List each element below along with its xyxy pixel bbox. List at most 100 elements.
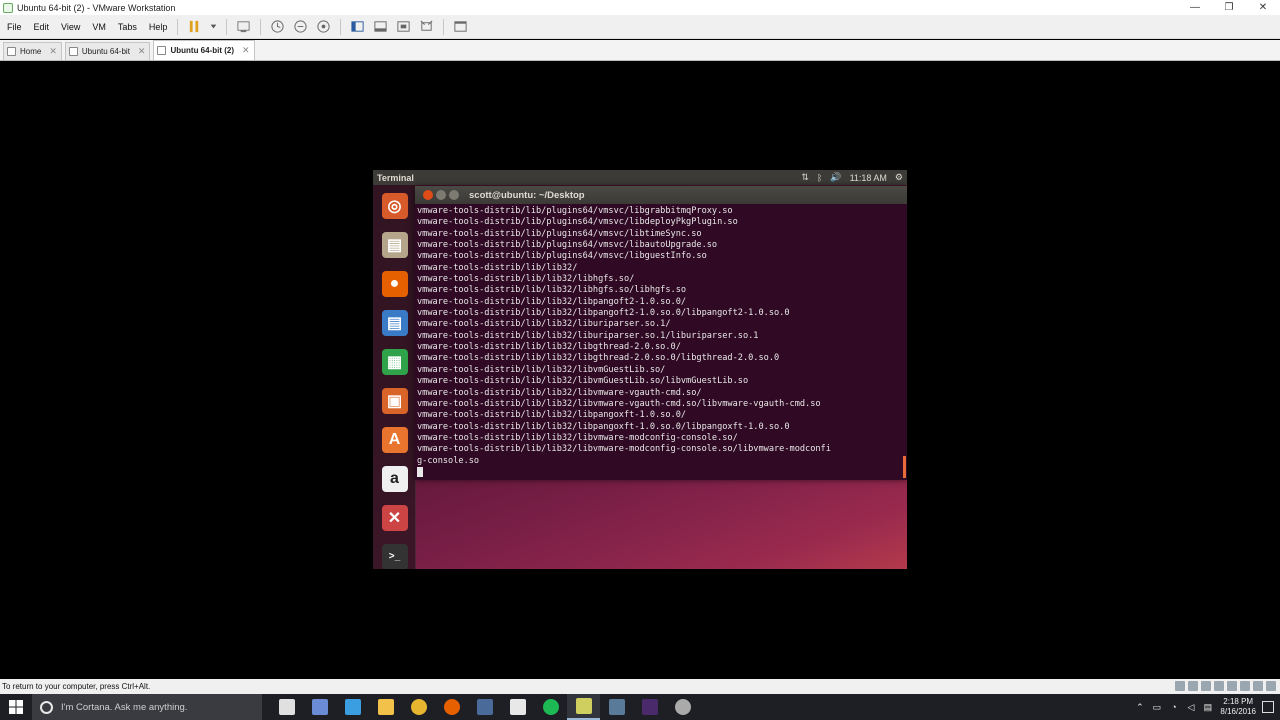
launcher-libreoffice-writer[interactable]: ▤ (378, 306, 411, 339)
menu-edit[interactable]: Edit (29, 22, 55, 32)
minimize-window-icon[interactable] (436, 190, 446, 200)
tab-ubuntu-64-bit-2[interactable]: Ubuntu 64-bit (2) ✕ (153, 40, 255, 60)
network-adapter-icon[interactable] (1214, 681, 1224, 691)
terminal-prompt-line[interactable] (417, 466, 901, 478)
close-icon[interactable]: ✕ (138, 46, 146, 57)
menu-vm[interactable]: VM (87, 22, 111, 32)
device-icons (1172, 681, 1276, 691)
cd-drive-icon[interactable] (1188, 681, 1198, 691)
sidebar-toggle-icon[interactable] (349, 18, 366, 35)
toolbar-separator (443, 18, 445, 35)
taskbar-task-view[interactable] (270, 694, 303, 720)
home-icon (7, 47, 16, 56)
close-icon[interactable]: ✕ (242, 45, 250, 56)
terminal-window[interactable]: scott@ubuntu: ~/Desktop vmware-tools-dis… (415, 186, 907, 480)
revert-snapshot-icon[interactable] (292, 18, 309, 35)
network-icon[interactable]: ⇅ (801, 172, 809, 183)
printer-icon[interactable] (1240, 681, 1250, 691)
thumbnail-bar-icon[interactable] (372, 18, 389, 35)
taskbar-firefox[interactable] (435, 694, 468, 720)
taskbar-clock[interactable]: 2:18 PM 8/16/2016 (1220, 697, 1256, 717)
console-view-icon[interactable] (452, 18, 469, 35)
text-cursor (417, 466, 423, 477)
message-icon[interactable] (1266, 681, 1276, 691)
terminal-line: vmware-tools-distrib/lib/lib32/libpangox… (417, 410, 687, 421)
full-screen-icon[interactable] (395, 18, 412, 35)
taskbar-steam[interactable] (468, 694, 501, 720)
launcher-amazon[interactable]: a (378, 462, 411, 495)
pause-icon[interactable] (186, 18, 203, 35)
taskbar-chrome[interactable] (402, 694, 435, 720)
tab-home[interactable]: Home ✕ (3, 42, 62, 60)
menu-file[interactable]: File (2, 22, 27, 32)
cortana-search-box[interactable]: I'm Cortana. Ask me anything. (32, 694, 262, 720)
taskbar-vmware-workstation[interactable] (567, 694, 600, 720)
hard-disk-icon[interactable] (1175, 681, 1185, 691)
launcher-ubuntu-dash[interactable]: ◎ (378, 189, 411, 222)
volume-icon[interactable]: 🔊 (830, 172, 841, 183)
action-center-icon[interactable] (1262, 701, 1274, 713)
close-window-icon[interactable] (423, 190, 433, 200)
taskbar-unknown-app[interactable] (600, 694, 633, 720)
launcher-libreoffice-impress[interactable]: ▣ (378, 384, 411, 417)
minimize-button[interactable]: — (1178, 0, 1212, 15)
settings-gear-icon[interactable]: ⚙ (895, 172, 903, 183)
maximize-window-icon[interactable] (449, 190, 459, 200)
taskbar-premiere[interactable] (633, 694, 666, 720)
ubuntu-indicator-tray: ⇅ ᛒ 🔊 11:18 AM ⚙ (793, 170, 903, 185)
clock[interactable]: 11:18 AM (850, 173, 887, 183)
taskbar-mail[interactable] (501, 694, 534, 720)
vmware-app-icon (3, 2, 13, 13)
launcher-firefox[interactable]: ● (378, 267, 411, 300)
network-icon[interactable]: ◔ (1168, 702, 1179, 713)
launcher-terminal[interactable]: >_ (378, 540, 411, 569)
launcher-system-settings[interactable]: ✕ (378, 501, 411, 534)
taskbar-spotify[interactable] (534, 694, 567, 720)
tab-ubuntu-64-bit[interactable]: Ubuntu 64-bit ✕ (64, 42, 151, 60)
volume-icon[interactable]: ◁ (1185, 702, 1196, 713)
taskbar-obs[interactable] (666, 694, 699, 720)
menu-view[interactable]: View (56, 22, 85, 32)
chrome-icon (410, 699, 427, 715)
usb-icon[interactable] (1201, 681, 1211, 691)
terminal-scrollbar[interactable] (903, 456, 906, 478)
terminal-line: vmware-tools-distrib/lib/plugins64/vmsvc… (417, 228, 702, 239)
sound-card-icon[interactable] (1227, 681, 1237, 691)
tab-bar: Home ✕ Ubuntu 64-bit ✕ Ubuntu 64-bit (2)… (0, 40, 1280, 61)
dropdown-arrow-icon[interactable] (209, 18, 218, 35)
vmware-status-bar: To return to your computer, press Ctrl+A… (0, 679, 1280, 694)
terminal-line: vmware-tools-distrib/lib/lib32/libvmGues… (417, 376, 749, 387)
system-tray: ⌃ ▭ ◔ ◁ ▤ 2:18 PM 8/16/2016 (1131, 694, 1280, 720)
terminal-output[interactable]: vmware-tools-distrib/lib/plugins64/vmsvc… (417, 206, 901, 478)
taskbar-apps (270, 694, 699, 720)
close-icon[interactable]: ✕ (49, 46, 57, 57)
snapshot-manager-icon[interactable] (315, 18, 332, 35)
toolbar-separator (226, 18, 228, 35)
close-button[interactable]: ✕ (1246, 0, 1280, 15)
show-hidden-icons-icon[interactable]: ⌃ (1134, 702, 1145, 713)
taskbar-file-explorer[interactable] (369, 694, 402, 720)
firefox-icon (443, 699, 460, 715)
unity-launcher: ◎ ▤ ● ▤ ▦ ▣ Aa ✕ >_ (373, 185, 416, 569)
launcher-software-center[interactable]: A (378, 423, 411, 456)
display-icon[interactable] (1253, 681, 1263, 691)
start-button[interactable] (0, 694, 32, 720)
libreoffice-calc-icon: ▦ (381, 348, 408, 375)
restore-button[interactable]: ❐ (1212, 0, 1246, 15)
ubuntu-desktop[interactable]: Terminal ⇅ ᛒ 🔊 11:18 AM ⚙ ◎ ▤ ● ▤ ▦ ▣ Aa ✕ >_ sc… (373, 170, 907, 569)
bluetooth-icon[interactable]: ᛒ (817, 173, 822, 183)
launcher-libreoffice-calc[interactable]: ▦ (378, 345, 411, 378)
unity-mode-icon[interactable] (418, 18, 435, 35)
terminal-line: vmware-tools-distrib/lib/lib32/libhgfs.s… (417, 274, 635, 285)
launcher-files[interactable]: ▤ (378, 228, 411, 261)
send-ctrl-alt-del-icon[interactable] (235, 18, 252, 35)
keyboard-icon[interactable]: ▤ (1202, 702, 1213, 713)
tab-label: Ubuntu 64-bit (2) (170, 46, 235, 55)
power-icon[interactable]: ▭ (1151, 702, 1162, 713)
menu-help[interactable]: Help (144, 22, 173, 32)
terminal-line: vmware-tools-distrib/lib/lib32/libvmware… (417, 387, 702, 398)
taskbar-store[interactable] (336, 694, 369, 720)
menu-tabs[interactable]: Tabs (113, 22, 142, 32)
taskbar-vmware[interactable] (303, 694, 336, 720)
snapshot-icon[interactable] (269, 18, 286, 35)
